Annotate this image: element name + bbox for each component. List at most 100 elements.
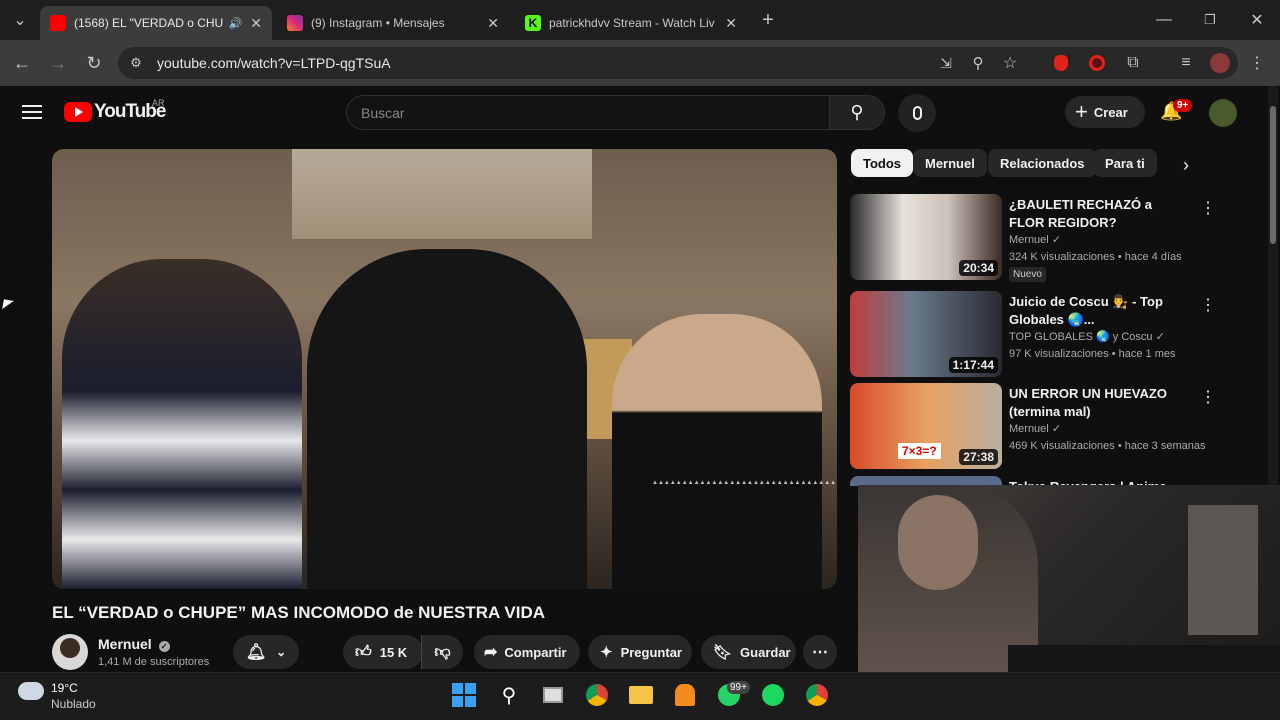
voice-search-button[interactable]: [898, 94, 936, 132]
related-thumbnail: 20:34: [850, 194, 1002, 280]
related-meta: 324 K visualizaciones • hace 4 días: [1009, 251, 1182, 263]
close-tab-icon[interactable]: ✕: [725, 15, 737, 32]
more-horizontal-icon: ⋯: [812, 644, 828, 661]
reload-icon[interactable]: ↻: [82, 51, 106, 75]
close-tab-icon[interactable]: ✕: [487, 15, 499, 32]
close-tab-icon[interactable]: ✕: [250, 15, 262, 32]
tab-instagram[interactable]: (9) Instagram • Mensajes ✕: [277, 6, 509, 40]
like-button[interactable]: 👍︎ 15 K: [343, 635, 423, 669]
speaker-icon[interactable]: 🔊: [229, 17, 243, 30]
ask-button[interactable]: ✦ Preguntar: [588, 635, 692, 669]
verified-icon: ✓: [1051, 423, 1062, 435]
related-channel: Mernuel ✓: [1009, 422, 1061, 435]
ceiling-light: [292, 149, 592, 239]
person-left: [62, 259, 302, 589]
extension-red-icon[interactable]: [1049, 51, 1073, 75]
site-info-icon[interactable]: ⚙: [124, 51, 148, 75]
zoom-icon[interactable]: ⚲: [966, 51, 990, 75]
back-icon[interactable]: ←: [10, 51, 34, 75]
bookmark-icon: 🔖︎: [713, 644, 733, 661]
share-button[interactable]: ➦ Compartir: [474, 635, 580, 669]
chip-mernuel[interactable]: Mernuel: [913, 149, 987, 177]
profile-avatar[interactable]: [1208, 51, 1232, 75]
new-badge: Nuevo: [1009, 267, 1046, 282]
tab-youtube[interactable]: (1568) EL "VERDAD o CHUPE 🔊 ✕: [40, 6, 272, 40]
extensions-icon[interactable]: ⧉: [1121, 51, 1145, 75]
sparkle-icon: ✦: [600, 644, 613, 661]
related-video[interactable]: 7×3=? 27:38 UN ERROR UN HUEVAZO (termina…: [850, 383, 1220, 469]
record-extension-icon[interactable]: [1085, 51, 1109, 75]
related-title: UN ERROR UN HUEVAZO (termina mal): [1009, 386, 1167, 419]
person-hooded: [307, 249, 587, 589]
file-explorer-icon[interactable]: [626, 680, 656, 710]
browser-menu-icon[interactable]: ⋮: [1245, 51, 1269, 75]
related-title: ¿BAULETI RECHAZÓ a FLOR REGIDOR?: [1009, 197, 1152, 230]
related-channel-text: Mernuel: [1009, 423, 1049, 435]
duration-badge: 27:38: [959, 449, 998, 465]
tab-kick[interactable]: K patrickhdvv Stream - Watch Liv ✕: [515, 6, 747, 40]
more-vert-icon[interactable]: ⋮: [1200, 387, 1216, 407]
media-control-icon[interactable]: ≡: [1174, 51, 1198, 75]
restore-icon[interactable]: ❐: [1198, 8, 1222, 32]
mouse-cursor: [2, 299, 14, 311]
related-video[interactable]: 20:34 ¿BAULETI RECHAZÓ a FLOR REGIDOR? M…: [850, 194, 1220, 282]
tab-title: (9) Instagram • Mensajes: [311, 16, 445, 30]
install-app-icon[interactable]: ⇲: [934, 51, 958, 75]
more-vert-icon[interactable]: ⋮: [1200, 198, 1216, 218]
forward-icon[interactable]: →: [46, 51, 70, 75]
save-label: Guardar: [740, 644, 791, 660]
minimize-icon[interactable]: —: [1152, 8, 1176, 32]
bookmark-star-icon[interactable]: ☆: [998, 51, 1022, 75]
tab-title: patrickhdvv Stream - Watch Liv: [549, 16, 715, 30]
channel-name-text: Mernuel: [98, 636, 152, 652]
chip-para-ti[interactable]: Para ti: [1093, 149, 1157, 177]
chrome-alt-icon[interactable]: [802, 680, 832, 710]
share-label: Compartir: [504, 644, 567, 660]
tab-search-icon[interactable]: ⌄: [8, 8, 32, 32]
related-thumbnail: 1:17:44: [850, 291, 1002, 377]
subscribed-bell-button[interactable]: 🔔︎ ⌄: [233, 635, 299, 669]
search-input[interactable]: Buscar: [346, 95, 829, 130]
windows-start-icon[interactable]: [449, 680, 479, 710]
chevron-right-icon[interactable]: ›: [1183, 155, 1189, 176]
channel-avatar[interactable]: [52, 634, 88, 670]
kick-favicon-icon: K: [525, 15, 541, 31]
scrollbar-thumb[interactable]: [1270, 106, 1276, 244]
video-player[interactable]: ▲▲▲▲▲▲▲▲▲▲▲▲▲▲▲▲▲▲▲▲▲▲▲▲▲▲▲▲▲▲▲▲▲▲▲▲▲▲▲▲…: [52, 149, 837, 589]
url-text[interactable]: youtube.com/watch?v=LTPD-qgTSuA: [157, 55, 391, 71]
fl-studio-icon[interactable]: [670, 680, 700, 710]
more-vert-icon[interactable]: ⋮: [1200, 295, 1216, 315]
verified-icon: ✓: [158, 641, 170, 652]
stream-chat-overlay: ▲▲▲▲▲▲▲▲▲▲▲▲▲▲▲▲▲▲▲▲▲▲▲▲▲▲▲▲▲▲▲▲▲▲▲▲▲▲▲▲…: [652, 480, 837, 486]
weather-cloud-icon[interactable]: [18, 682, 44, 700]
taskbar-search-icon[interactable]: ⚲: [494, 680, 524, 710]
video-title: EL “VERDAD o CHUPE” MAS INCOMODO de NUES…: [52, 603, 546, 622]
spotify-icon[interactable]: [758, 680, 788, 710]
dislike-button[interactable]: 👎︎: [421, 635, 463, 669]
create-button[interactable]: + Crear: [1065, 96, 1145, 128]
instagram-favicon-icon: [287, 15, 303, 31]
related-meta: 469 K visualizaciones • hace 3 semanas: [1009, 440, 1206, 452]
search-button[interactable]: ⚲: [829, 95, 885, 130]
youtube-logo[interactable]: YouTube: [64, 101, 166, 123]
channel-name[interactable]: Mernuel ✓: [98, 636, 170, 652]
microphone-icon: [912, 106, 922, 120]
account-avatar[interactable]: [1209, 99, 1237, 127]
hamburger-menu-icon[interactable]: [22, 102, 42, 122]
bell-icon: 🔔︎: [245, 644, 267, 661]
related-video[interactable]: 1:17:44 Juicio de Coscu 👨‍⚖️ - Top Globa…: [850, 291, 1220, 377]
chip-todos[interactable]: Todos: [851, 149, 914, 177]
save-button[interactable]: 🔖︎ Guardar: [701, 635, 796, 669]
chip-relacionados[interactable]: Relacionados: [988, 149, 1097, 177]
new-tab-button[interactable]: +: [756, 8, 780, 32]
notification-badge: 9+: [1173, 99, 1193, 112]
youtube-favicon-icon: [50, 15, 66, 31]
weather-temp[interactable]: 19°C: [51, 681, 78, 695]
task-view-icon[interactable]: [538, 680, 568, 710]
plus-icon: +: [1075, 99, 1088, 124]
weather-condition[interactable]: Nublado: [51, 697, 96, 711]
chrome-icon[interactable]: [582, 680, 612, 710]
tab-title: (1568) EL "VERDAD o CHUPE: [74, 16, 223, 30]
close-window-icon[interactable]: ✕: [1245, 8, 1269, 32]
more-actions-button[interactable]: ⋯: [803, 635, 837, 669]
